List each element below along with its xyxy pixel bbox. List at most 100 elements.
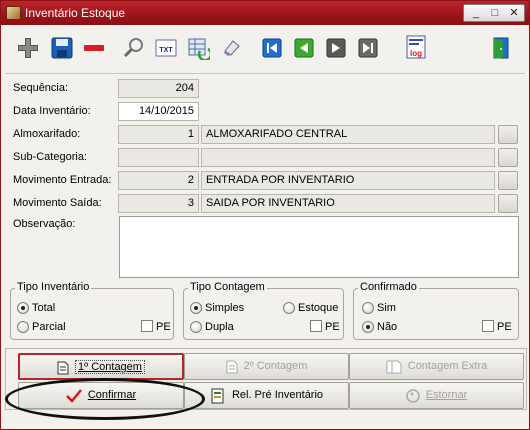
- contagem1-label: 1º Contagem: [75, 360, 145, 374]
- app-icon: [6, 6, 21, 20]
- tipo-inventario-title: Tipo Inventário: [15, 281, 92, 293]
- log-label: log: [410, 49, 422, 58]
- tipo-contagem-dupla-radio[interactable]: Dupla: [190, 319, 260, 335]
- option-label: Simples: [205, 302, 245, 314]
- option-label: Não: [377, 321, 398, 333]
- document-icon: [57, 361, 69, 374]
- subcategoria-code-field[interactable]: [118, 148, 199, 167]
- radio-dot: [283, 302, 295, 314]
- movimento-saida-label: Movimento Saída:: [13, 197, 102, 209]
- document-icon: [226, 360, 238, 373]
- confirmado-nao-radio[interactable]: Não: [362, 319, 422, 335]
- next-record-icon: [326, 38, 346, 58]
- magnifier-icon: [123, 38, 143, 58]
- tipo-inventario-parcial-radio[interactable]: Parcial: [17, 319, 97, 335]
- subcategoria-description-field: [201, 148, 495, 167]
- rel-pre-inventario-label: Rel. Pré Inventário: [231, 389, 324, 401]
- movimento-entrada-lookup-button[interactable]: [498, 171, 518, 190]
- estornar-button[interactable]: Estornar: [349, 382, 524, 409]
- search-button[interactable]: [121, 35, 147, 61]
- almoxarifado-label: Almoxarifado:: [13, 128, 81, 140]
- pe-label: PE: [156, 321, 171, 333]
- add-button[interactable]: [15, 35, 41, 61]
- contagem1-button[interactable]: 1º Contagem: [18, 353, 184, 380]
- almoxarifado-code-field[interactable]: 1: [118, 125, 199, 144]
- refresh-button[interactable]: [185, 35, 211, 61]
- option-label: Estoque: [298, 302, 339, 314]
- contagem-extra-button[interactable]: Contagem Extra: [349, 353, 524, 380]
- option-label: Sim: [377, 302, 396, 314]
- tipo-contagem-title: Tipo Contagem: [188, 281, 267, 293]
- checkbox-box: [141, 320, 153, 332]
- undo-icon: [405, 388, 420, 403]
- first-record-icon: [262, 38, 282, 58]
- confirmar-button[interactable]: Confirmar: [18, 382, 184, 409]
- window-title: Inventário Estoque: [25, 6, 126, 20]
- toolbar-separator: [5, 73, 525, 74]
- estornar-label: Estornar: [425, 389, 468, 401]
- plus-icon: [18, 38, 38, 58]
- data-inventario-field[interactable]: 14/10/2015: [118, 102, 199, 121]
- rel-pre-inventario-button[interactable]: Rel. Pré Inventário: [184, 382, 349, 409]
- toolbar: TXT log: [5, 27, 525, 73]
- option-label: Dupla: [205, 321, 234, 333]
- subcategoria-label: Sub-Categoria:: [13, 151, 87, 163]
- txt-icon: TXT: [155, 39, 177, 57]
- movimento-entrada-code-field[interactable]: 2: [118, 171, 199, 190]
- tipo-contagem-pe-checkbox[interactable]: PE: [310, 319, 340, 335]
- log-icon: log: [406, 35, 426, 59]
- refresh-grid-icon: [188, 38, 210, 60]
- radio-dot: [190, 302, 202, 314]
- movimento-saida-description-field: SAIDA POR INVENTARIO: [201, 194, 495, 213]
- tipo-contagem-simples-radio[interactable]: Simples: [190, 300, 260, 316]
- tipo-inventario-group: Tipo Inventário Total Parcial PE: [10, 281, 174, 340]
- movimento-saida-code-field[interactable]: 3: [118, 194, 199, 213]
- movimento-saida-lookup-button[interactable]: [498, 194, 518, 213]
- delete-button[interactable]: [81, 35, 107, 61]
- subcategoria-lookup-button[interactable]: [498, 148, 518, 167]
- checkbox-box: [310, 320, 322, 332]
- exit-door-icon: [493, 37, 509, 59]
- confirmado-title: Confirmado: [358, 281, 419, 293]
- exit-button[interactable]: [489, 35, 515, 61]
- confirmado-pe-checkbox[interactable]: PE: [482, 319, 514, 335]
- sequencia-label: Sequência:: [13, 82, 69, 94]
- actions-panel: 1º Contagem 2º Contagem Contagem Extra C…: [5, 348, 527, 410]
- inventario-window: Inventário Estoque _ □ ✕ TXT log Sequênc…: [0, 0, 530, 430]
- tipo-contagem-estoque-radio[interactable]: Estoque: [283, 300, 343, 316]
- almoxarifado-lookup-button[interactable]: [498, 125, 518, 144]
- log-button[interactable]: log: [403, 35, 429, 61]
- previous-record-button[interactable]: [291, 35, 317, 61]
- last-record-button[interactable]: [355, 35, 381, 61]
- option-label: Total: [32, 302, 56, 314]
- last-record-icon: [358, 38, 378, 58]
- radio-dot: [190, 321, 202, 333]
- next-record-button[interactable]: [323, 35, 349, 61]
- pe-label: PE: [325, 321, 340, 333]
- first-record-button[interactable]: [259, 35, 285, 61]
- radio-dot: [17, 321, 29, 333]
- sequencia-field[interactable]: 204: [118, 79, 199, 98]
- window-controls: _ □ ✕: [463, 4, 525, 22]
- save-button[interactable]: [49, 35, 75, 61]
- minimize-button[interactable]: _: [466, 5, 486, 21]
- clear-button[interactable]: [219, 35, 245, 61]
- confirmado-sim-radio[interactable]: Sim: [362, 300, 422, 316]
- txt-label: TXT: [159, 47, 173, 54]
- documents-icon: [386, 360, 402, 373]
- contagem2-button[interactable]: 2º Contagem: [184, 353, 349, 380]
- option-label: Parcial: [32, 321, 66, 333]
- close-button[interactable]: ✕: [504, 5, 524, 21]
- checkbox-box: [482, 320, 494, 332]
- tipo-inventario-total-radio[interactable]: Total: [17, 300, 97, 316]
- txt-button[interactable]: TXT: [153, 35, 179, 61]
- maximize-button[interactable]: □: [485, 5, 505, 21]
- tipo-inventario-pe-checkbox[interactable]: PE: [141, 319, 171, 335]
- radio-dot: [17, 302, 29, 314]
- contagem-extra-label: Contagem Extra: [407, 360, 488, 372]
- minus-icon: [84, 45, 104, 51]
- observacao-label: Observação:: [13, 218, 76, 230]
- observacao-textarea[interactable]: [119, 216, 519, 278]
- title-bar[interactable]: Inventário Estoque _ □ ✕: [1, 1, 529, 25]
- movimento-entrada-description-field: ENTRADA POR INVENTARIO: [201, 171, 495, 190]
